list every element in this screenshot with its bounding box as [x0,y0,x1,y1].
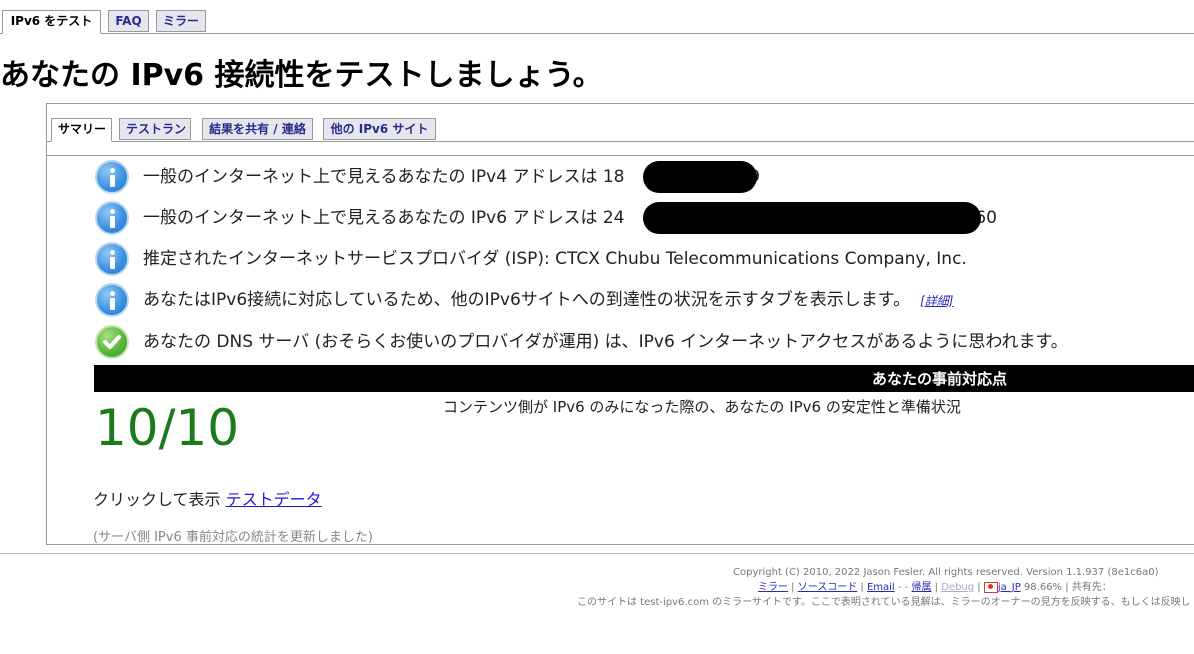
info-icon [95,283,129,317]
score-header: あなたの事前対応点 [872,370,1008,388]
sub-tab-bar: サマリー テストラン 結果を共有 / 連絡 他の IPv6 サイト [47,118,1194,142]
result-ipv6-address: 一般のインターネット上で見えるあなたの IPv6 アドレスは 24360 [95,201,1194,237]
result-text-body: あなたはIPv6接続に対応しているため、他のIPv6サイトへの到達性の状況を示す… [143,290,911,310]
tab-share-contact[interactable]: 結果を共有 / 連絡 [202,118,313,140]
result-text: 推定されたインターネットサービスプロバイダ (ISP): CTCX Chubu … [143,249,967,269]
panel-divider [47,155,1194,156]
score-header-bar: あなたの事前対応点 [94,365,1194,392]
check-icon [95,325,129,359]
tab-bar-divider [0,33,1194,34]
info-icon [95,201,129,235]
tab-other-ipv6-sites[interactable]: 他の IPv6 サイト [323,118,436,140]
footer-debug-link[interactable]: Debug [941,582,974,593]
footer-divider [0,553,1194,554]
tab-test-ipv6[interactable]: IPv6 をテスト [2,10,101,34]
results-panel: サマリー テストラン 結果を共有 / 連絡 他の IPv6 サイト 一般のインタ… [46,103,1194,545]
result-text: あなたの DNS サーバ (おそらくお使いのプロバイダが運用) は、IPv6 イ… [143,332,1068,352]
score-value: 10/10 [95,399,240,457]
server-stats-note: (サーバ側 IPv6 事前対応の統計を更新しました) [93,530,373,545]
footer-email-link[interactable]: Email [867,582,895,593]
footer-locale-link[interactable]: ja_JP [998,582,1021,593]
tab-mirror[interactable]: ミラー [156,10,206,32]
ipv4-prefix: 一般のインターネット上で見えるあなたの IPv4 アドレスは 18 [143,167,625,187]
info-icon [95,160,129,194]
result-ipv4-address: 一般のインターネット上で見えるあなたの IPv4 アドレスは 1819 [95,160,1194,196]
redaction-mark [643,161,757,193]
click-to-show-label: クリックして表示 [93,490,221,509]
footer-mirror-notice: このサイトは test-ipv6.com のミラーサイトです。ここで表明されてい… [577,597,1191,608]
redaction-mark [643,202,981,234]
page-title: あなたの IPv6 接続性をテストしましょう。 [0,58,603,93]
ipv6-prefix: 一般のインターネット上で見えるあなたの IPv6 アドレスは 24 [143,208,625,228]
result-dns: あなたの DNS サーバ (おそらくお使いのプロバイダが運用) は、IPv6 イ… [95,325,1194,361]
sub-tab-divider [47,141,1194,142]
score-description: コンテンツ側が IPv6 のみになった際の、あなたの IPv6 の安定性と準備状… [443,398,961,416]
footer-source-link[interactable]: ソースコード [798,582,858,593]
tab-faq[interactable]: FAQ [108,10,149,32]
result-ipv6-tabs: あなたはIPv6接続に対応しているため、他のIPv6サイトへの到達性の状況を示す… [95,283,1194,319]
footer-mirror-link[interactable]: ミラー [758,582,788,593]
info-icon [95,242,129,276]
flag-icon [983,581,998,593]
details-link[interactable]: [詳細] [920,294,953,308]
footer-share-label: 共有先： [1071,582,1112,593]
result-isp: 推定されたインターネットサービスプロバイダ (ISP): CTCX Chubu … [95,242,1194,278]
check-mark [103,335,121,349]
tab-test-run[interactable]: テストラン [119,118,191,140]
footer-links: ミラー | ソースコード | Email - - 帰属 | Debug | ja… [758,581,1112,593]
footer-attribution-link[interactable]: 帰属 [911,582,931,593]
test-data-link[interactable]: テストデータ [226,490,322,509]
top-tab-bar: IPv6 をテスト FAQ ミラー [0,10,1194,34]
footer-copyright: Copyright (C) 2010, 2022 Jason Fesler. A… [733,567,1159,578]
tab-summary[interactable]: サマリー [51,118,112,142]
click-to-show: クリックして表示 テストデータ [93,486,322,510]
result-text: あなたはIPv6接続に対応しているため、他のIPv6サイトへの到達性の状況を示す… [143,289,953,312]
footer-locale-percent: 98.66% [1023,582,1063,593]
footer-dash: - [897,582,902,593]
